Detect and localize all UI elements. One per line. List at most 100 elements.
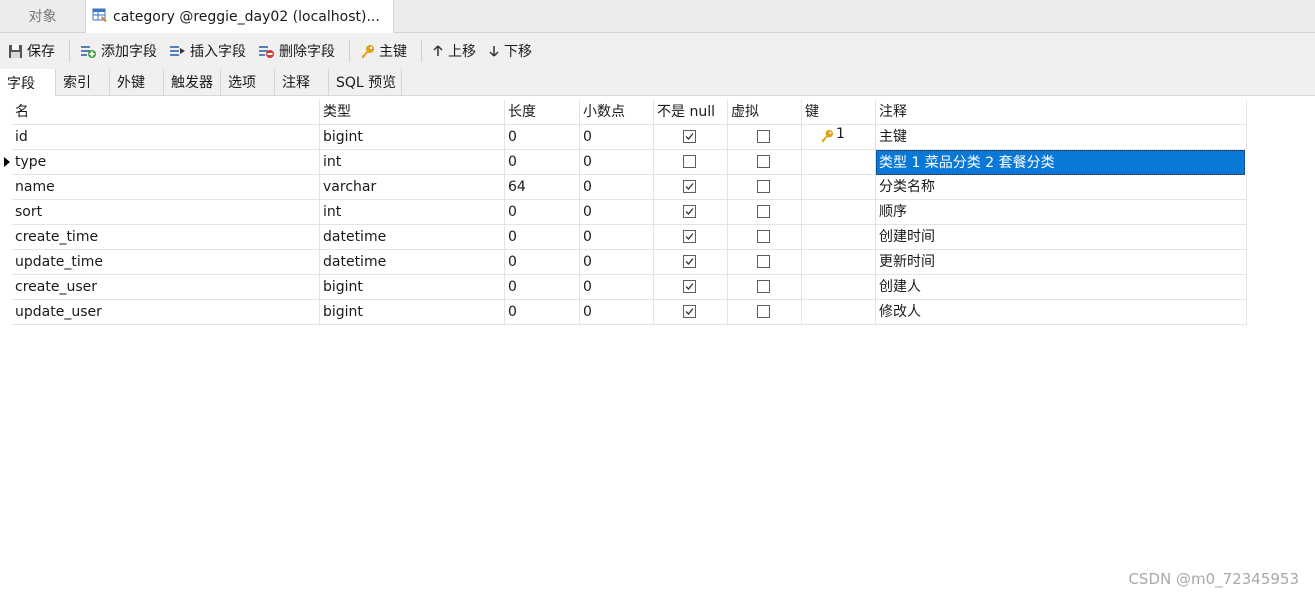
cell-not-null[interactable] [654,175,728,200]
cell-key[interactable] [802,150,876,175]
cell-type[interactable]: bigint [320,125,505,150]
not-null-checkbox-checked[interactable] [683,205,696,218]
not-null-checkbox-checked[interactable] [683,255,696,268]
cell-not-null[interactable] [654,125,728,150]
field-row[interactable]: id bigint 0 0 1 主键 [0,125,1247,150]
cell-name[interactable]: type [12,150,320,175]
virtual-checkbox[interactable] [757,180,770,193]
insert-field-button[interactable]: 插入字段 [165,37,250,65]
not-null-checkbox[interactable] [683,155,696,168]
cell-comment[interactable]: 修改人 [876,300,1247,325]
cell-decimals[interactable]: 0 [580,250,654,275]
cell-comment[interactable]: 创建时间 [876,225,1247,250]
cell-key[interactable] [802,275,876,300]
cell-decimals[interactable]: 0 [580,225,654,250]
column-header-comment[interactable]: 注释 [876,100,1247,125]
cell-comment[interactable]: 类型 1 菜品分类 2 套餐分类 [876,150,1245,175]
move-up-button[interactable]: 上移 [428,37,480,65]
cell-virtual[interactable] [728,225,802,250]
cell-comment[interactable]: 主键 [876,125,1247,150]
cell-comment[interactable]: 更新时间 [876,250,1247,275]
cell-length[interactable]: 0 [505,300,580,325]
cell-name[interactable]: id [12,125,320,150]
column-header-length[interactable]: 长度 [505,100,580,125]
cell-length[interactable]: 0 [505,250,580,275]
cell-type[interactable]: datetime [320,250,505,275]
cell-length[interactable]: 0 [505,200,580,225]
tab-fields[interactable]: 字段 [0,69,56,96]
cell-name[interactable]: update_time [12,250,320,275]
tab-foreign-keys[interactable]: 外键 [110,69,164,95]
cell-name[interactable]: sort [12,200,320,225]
virtual-checkbox[interactable] [757,280,770,293]
cell-virtual[interactable] [728,175,802,200]
cell-key[interactable] [802,300,876,325]
cell-decimals[interactable]: 0 [580,300,654,325]
virtual-checkbox[interactable] [757,305,770,318]
virtual-checkbox[interactable] [757,255,770,268]
tab-objects[interactable]: 对象 [0,0,86,32]
cell-virtual[interactable] [728,150,802,175]
save-button[interactable]: 保存 [4,37,59,65]
cell-comment[interactable]: 分类名称 [876,175,1247,200]
tab-comment[interactable]: 注释 [275,69,329,95]
cell-not-null[interactable] [654,200,728,225]
cell-type[interactable]: bigint [320,300,505,325]
cell-type[interactable]: int [320,200,505,225]
field-row[interactable]: name varchar 64 0 分类名称 [0,175,1247,200]
cell-not-null[interactable] [654,150,728,175]
cell-name[interactable]: create_user [12,275,320,300]
column-header-decimals[interactable]: 小数点 [580,100,654,125]
not-null-checkbox-checked[interactable] [683,280,696,293]
cell-length[interactable]: 0 [505,125,580,150]
cell-name[interactable]: create_time [12,225,320,250]
cell-name[interactable]: name [12,175,320,200]
field-row[interactable]: create_user bigint 0 0 创建人 [0,275,1247,300]
cell-not-null[interactable] [654,275,728,300]
column-header-not-null[interactable]: 不是 null [654,100,728,125]
cell-length[interactable]: 0 [505,150,580,175]
cell-comment[interactable]: 顺序 [876,200,1247,225]
cell-length[interactable]: 0 [505,275,580,300]
cell-length[interactable]: 0 [505,225,580,250]
cell-key[interactable] [802,225,876,250]
cell-virtual[interactable] [728,250,802,275]
not-null-checkbox-checked[interactable] [683,180,696,193]
cell-virtual[interactable] [728,275,802,300]
tab-table-design[interactable]: category @reggie_day02 (localhost)... [86,0,394,33]
column-header-type[interactable]: 类型 [320,100,505,125]
cell-not-null[interactable] [654,225,728,250]
virtual-checkbox[interactable] [757,155,770,168]
move-down-button[interactable]: 下移 [484,37,536,65]
column-header-key[interactable]: 键 [802,100,876,125]
column-header-virtual[interactable]: 虚拟 [728,100,802,125]
virtual-checkbox[interactable] [757,230,770,243]
tab-indexes[interactable]: 索引 [56,69,110,95]
virtual-checkbox[interactable] [757,130,770,143]
field-row[interactable]: type int 0 0 类型 1 菜品分类 2 套餐分类 [0,150,1247,175]
cell-name[interactable]: update_user [12,300,320,325]
cell-decimals[interactable]: 0 [580,150,654,175]
cell-not-null[interactable] [654,300,728,325]
cell-decimals[interactable]: 0 [580,275,654,300]
tab-triggers[interactable]: 触发器 [164,69,221,95]
cell-key[interactable] [802,200,876,225]
field-row[interactable]: sort int 0 0 顺序 [0,200,1247,225]
field-row[interactable]: update_time datetime 0 0 更新时间 [0,250,1247,275]
not-null-checkbox-checked[interactable] [683,230,696,243]
cell-key[interactable]: 1 [802,125,876,150]
field-row[interactable]: update_user bigint 0 0 修改人 [0,300,1247,325]
delete-field-button[interactable]: 删除字段 [254,37,339,65]
cell-length[interactable]: 64 [505,175,580,200]
cell-virtual[interactable] [728,125,802,150]
cell-not-null[interactable] [654,250,728,275]
tab-options[interactable]: 选项 [221,69,275,95]
cell-type[interactable]: int [320,150,505,175]
cell-type[interactable]: bigint [320,275,505,300]
field-row[interactable]: create_time datetime 0 0 创建时间 [0,225,1247,250]
cell-virtual[interactable] [728,300,802,325]
cell-key[interactable] [802,175,876,200]
cell-virtual[interactable] [728,200,802,225]
cell-key[interactable] [802,250,876,275]
column-header-name[interactable]: 名 [12,100,320,125]
